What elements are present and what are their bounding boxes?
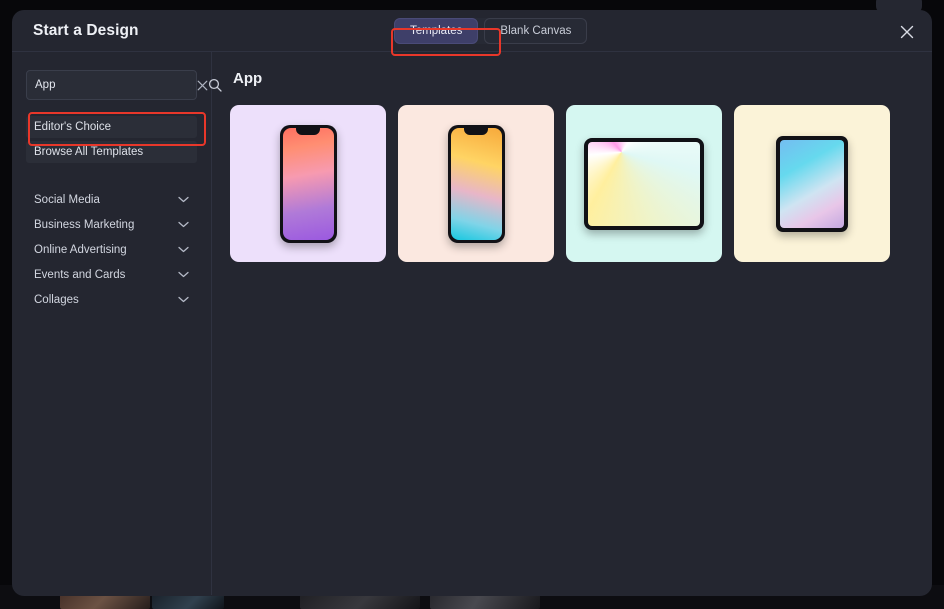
tablet-screen: [780, 139, 844, 228]
chevron-down-icon: [178, 246, 189, 253]
sidebar-item-business-marketing[interactable]: Business Marketing: [26, 212, 197, 237]
tab-templates[interactable]: Templates: [394, 18, 479, 44]
results-heading: App: [233, 70, 263, 87]
modal-header: Start a Design Templates Blank Canvas: [12, 10, 932, 56]
sidebar-item-online-advertising[interactable]: Online Advertising: [26, 237, 197, 262]
tablet-portrait-mockup: [776, 135, 848, 232]
tab-blank-canvas[interactable]: Blank Canvas: [484, 18, 588, 44]
category-label: Online Advertising: [34, 243, 127, 256]
template-grid: [230, 105, 914, 262]
phone-screen: [450, 127, 502, 240]
tab-group: Templates Blank Canvas: [394, 18, 588, 44]
quick-links-list: Editor's Choice Browse All Templates: [26, 116, 197, 163]
category-label: Business Marketing: [34, 218, 135, 231]
chevron-down-icon: [178, 296, 189, 303]
category-label: Social Media: [34, 193, 100, 206]
template-card[interactable]: [230, 105, 386, 262]
template-card[interactable]: [398, 105, 554, 262]
phone-mockup: [279, 124, 337, 243]
sidebar-item-social-media[interactable]: Social Media: [26, 187, 197, 212]
chevron-down-icon: [178, 221, 189, 228]
phone-mockup: [447, 124, 505, 243]
template-card[interactable]: [566, 105, 722, 262]
phone-notch: [464, 127, 488, 135]
modal-body: Editor's Choice Browse All Templates Soc…: [12, 52, 932, 595]
tablet-screen: [588, 141, 700, 226]
sidebar: Editor's Choice Browse All Templates Soc…: [12, 52, 222, 595]
category-list: Social Media Business Marketing Online A…: [26, 187, 197, 312]
sidebar-item-collages[interactable]: Collages: [26, 287, 197, 312]
phone-notch: [296, 127, 320, 135]
gradient-artwork: [450, 127, 502, 240]
clear-search-icon[interactable]: [197, 80, 208, 91]
close-icon[interactable]: [896, 21, 918, 43]
start-a-design-modal: Start a Design Templates Blank Canvas Ap…: [12, 10, 932, 596]
category-label: Collages: [34, 293, 79, 306]
template-card[interactable]: [734, 105, 890, 262]
sidebar-item-browse-all-templates[interactable]: Browse All Templates: [26, 141, 197, 163]
search-field[interactable]: [26, 70, 222, 100]
chevron-down-icon: [178, 271, 189, 278]
search-icon[interactable]: [208, 78, 222, 92]
page-title: Start a Design: [33, 22, 139, 39]
tablet-landscape-mockup: [584, 137, 704, 230]
sidebar-item-editors-choice[interactable]: Editor's Choice: [26, 116, 197, 138]
phone-screen: [282, 127, 334, 240]
chevron-down-icon: [178, 196, 189, 203]
category-label: Events and Cards: [34, 268, 126, 281]
search-input[interactable]: [27, 79, 197, 91]
sidebar-item-events-and-cards[interactable]: Events and Cards: [26, 262, 197, 287]
gradient-artwork: [780, 139, 844, 228]
gradient-artwork: [588, 141, 700, 226]
gradient-artwork: [282, 127, 334, 240]
main-content: App: [212, 52, 932, 595]
